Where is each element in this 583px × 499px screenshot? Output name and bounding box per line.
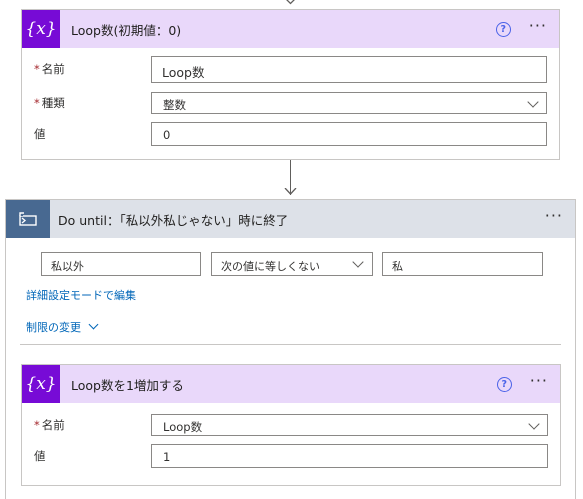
initialize-variable-card[interactable]: {x} Loop数(初期値：0) ? ··· * 名前 Loop数 * 種類 整数 … bbox=[21, 9, 560, 160]
increment-variable-header[interactable]: {x} Loop数を1増加する ? ··· bbox=[22, 365, 560, 403]
name-row: * 名前 Loop数 bbox=[34, 56, 547, 83]
value-input[interactable]: 0 bbox=[151, 122, 547, 146]
do-until-header[interactable]: Do until：「私以外私じゃない」時に終了 ··· bbox=[6, 200, 575, 238]
type-label: * 種類 bbox=[34, 96, 65, 110]
operator-value: 次の値に等しくない bbox=[221, 260, 320, 273]
required-marker: * bbox=[34, 62, 40, 76]
card-title: Loop数(初期値：0) bbox=[71, 22, 182, 38]
required-marker: * bbox=[34, 418, 40, 432]
chevron-down-icon bbox=[528, 418, 540, 430]
variable-icon: {x} bbox=[22, 10, 60, 48]
help-icon[interactable]: ? bbox=[495, 21, 511, 37]
chevron-down-icon bbox=[88, 319, 99, 330]
increment-variable-card[interactable]: {x} Loop数を1増加する ? ··· * 名前 Loop数 値 1 bbox=[21, 364, 561, 486]
type-row: * 種類 整数 bbox=[34, 92, 547, 114]
type-dropdown-value: 整数 bbox=[163, 98, 186, 112]
required-marker: * bbox=[34, 96, 40, 110]
type-dropdown[interactable]: 整数 bbox=[151, 92, 547, 114]
name-row: * 名前 Loop数 bbox=[34, 414, 548, 436]
condition-row: 私以外 次の値に等しくない 私 bbox=[41, 252, 543, 276]
condition-right-input[interactable]: 私 bbox=[382, 252, 543, 276]
name-label: * 名前 bbox=[34, 62, 65, 76]
more-options-icon[interactable]: ··· bbox=[529, 18, 547, 37]
connector-arrow bbox=[284, 160, 297, 197]
value-label: 値 bbox=[34, 449, 46, 463]
more-options-icon[interactable]: ··· bbox=[545, 208, 563, 227]
chevron-down-icon bbox=[527, 96, 539, 108]
chevron-down-icon bbox=[352, 256, 364, 268]
divider bbox=[20, 344, 561, 345]
advanced-mode-link[interactable]: 詳細設定モードで編集 bbox=[26, 287, 136, 303]
condition-left-input[interactable]: 私以外 bbox=[41, 252, 201, 276]
change-limits-link[interactable]: 制限の変更 bbox=[26, 319, 99, 335]
name-input[interactable]: Loop数 bbox=[151, 56, 547, 83]
name-dropdown-value: Loop数 bbox=[163, 420, 203, 434]
variable-icon: {x} bbox=[22, 365, 60, 403]
loop-icon bbox=[6, 200, 50, 238]
more-options-icon[interactable]: ··· bbox=[530, 373, 548, 392]
connector-arrow-top bbox=[284, 0, 297, 6]
value-input[interactable]: 1 bbox=[151, 444, 548, 468]
name-dropdown[interactable]: Loop数 bbox=[151, 414, 548, 436]
value-row: 値 0 bbox=[34, 122, 547, 146]
help-icon[interactable]: ? bbox=[496, 376, 512, 392]
name-label: * 名前 bbox=[34, 418, 65, 432]
value-row: 値 1 bbox=[34, 444, 548, 468]
do-until-card[interactable]: Do until：「私以外私じゃない」時に終了 ··· 私以外 次の値に等しくな… bbox=[5, 199, 576, 499]
value-label: 値 bbox=[34, 127, 46, 141]
card-title: Loop数を1増加する bbox=[71, 377, 184, 393]
initialize-variable-header[interactable]: {x} Loop数(初期値：0) ? ··· bbox=[22, 10, 559, 48]
card-title: Do until：「私以外私じゃない」時に終了 bbox=[58, 212, 289, 228]
condition-operator-dropdown[interactable]: 次の値に等しくない bbox=[211, 252, 373, 276]
